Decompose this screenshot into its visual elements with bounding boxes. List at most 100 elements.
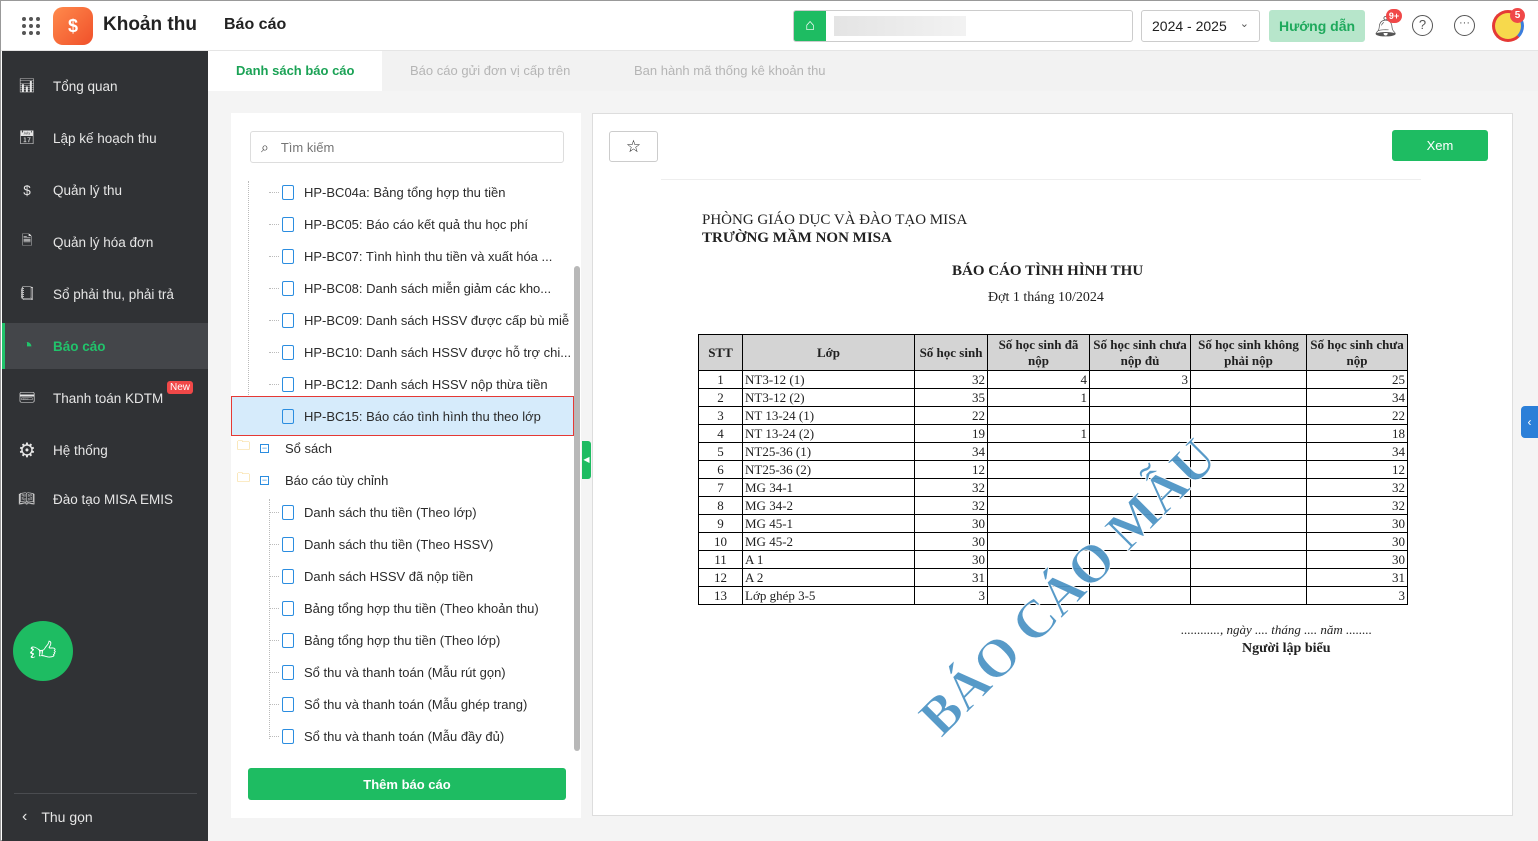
table-cell: 1 <box>698 370 743 389</box>
panel-collapse-handle[interactable]: ◀ <box>582 441 591 479</box>
tree-item-custom-report[interactable]: Danh sách thu tiền (Theo HSSV) <box>282 528 574 560</box>
document-icon <box>282 248 294 264</box>
tree-scrollbar[interactable] <box>574 266 580 751</box>
tab-report-superior[interactable]: Báo cáo gửi đơn vị cấp trên <box>382 51 598 91</box>
search-icon: ⌕ <box>261 138 269 155</box>
tree-item-report[interactable]: HP-BC05: Báo cáo kết quả thu học phí <box>282 208 574 240</box>
table-row: 1 NT3-12 (1) 32 4 3 25 <box>698 370 1408 389</box>
collapse-button[interactable]: ‹ Thu gọn <box>22 808 93 826</box>
collapse-box-icon[interactable]: − <box>260 475 270 485</box>
sidebar-item-invoices[interactable]: 🗎︎ Quản lý hóa đơn <box>2 219 208 265</box>
sidebar-item-ledger[interactable]: 📒︎ Sổ phải thu, phải trả <box>2 271 208 317</box>
guide-button[interactable]: Hướng dẫn <box>1269 10 1365 42</box>
sidebar-item-label: Tổng quan <box>53 78 118 94</box>
tree-item-selected[interactable]: HP-BC15: Báo cáo tình hình thu theo lớp <box>282 400 572 432</box>
school-selector[interactable]: ⌂ <box>793 10 1133 42</box>
collapse-label: Thu gọn <box>41 809 93 825</box>
sidebar-item-reports[interactable]: ◔ Báo cáo <box>2 323 208 369</box>
sidebar-item-plan[interactable]: 📅︎ Lập kế hoạch thu <box>2 115 208 161</box>
tree-item-custom-report[interactable]: Bảng tổng hợp thu tiền (Theo lớp) <box>282 624 574 656</box>
table-cell: 30 <box>914 514 988 533</box>
sidebar-item-system[interactable]: ⚙ Hệ thống <box>2 427 208 473</box>
expand-right-handle[interactable]: ‹ <box>1521 406 1538 438</box>
tree-item-label: Bảng tổng hợp thu tiền (Theo lớp) <box>304 632 501 648</box>
tree-item-report[interactable]: HP-BC08: Danh sách miễn giảm các kho... <box>282 272 574 304</box>
table-cell: NT25-36 (2) <box>742 460 915 479</box>
more-icon[interactable]: ··· <box>1454 15 1475 36</box>
search-field[interactable] <box>280 139 541 155</box>
column-header: STT <box>698 334 743 371</box>
document-icon <box>282 216 294 232</box>
tree-item-custom-report[interactable]: Sổ thu và thanh toán (Mẫu ghép trang) <box>282 688 574 720</box>
tree-connector <box>269 608 279 609</box>
pie-chart-icon: ◔ <box>20 334 34 357</box>
help-icon[interactable]: ? <box>1412 15 1433 36</box>
tab-statistic-code[interactable]: Ban hành mã thống kê khoản thu <box>606 51 854 91</box>
tree-folder-label: Báo cáo tùy chỉnh <box>285 472 389 488</box>
table-cell <box>987 442 1090 461</box>
tree-folder-books[interactable]: 🗀 − Sổ sách <box>237 432 332 464</box>
table-row: 9 MG 45-1 30 30 <box>698 514 1408 533</box>
tree-folder-custom[interactable]: 🗀 − Báo cáo tùy chỉnh <box>237 464 388 496</box>
ledger-icon: 📒︎ <box>18 286 36 301</box>
add-report-button[interactable]: Thêm báo cáo <box>248 768 566 800</box>
table-cell: 30 <box>1306 532 1408 551</box>
home-icon[interactable]: ⌂ <box>794 11 826 41</box>
table-cell <box>1190 388 1307 407</box>
column-header: Số học sinh chưa nộp <box>1306 334 1408 371</box>
tree-item-label: Danh sách thu tiền (Theo HSSV) <box>304 536 494 552</box>
signer-label: Người lập biểu <box>1242 641 1331 656</box>
tree-item-custom-report[interactable]: Sổ thu và thanh toán (Mẫu rút gọn) <box>282 656 574 688</box>
school-name-blurred <box>834 16 966 36</box>
favorite-button[interactable]: ☆ <box>609 131 658 162</box>
table-cell: 25 <box>1306 370 1408 389</box>
tree-item-label: Danh sách thu tiền (Theo lớp) <box>304 504 477 520</box>
document-icon <box>282 184 294 200</box>
sidebar-item-label: Lập kế hoạch thu <box>53 130 157 146</box>
table-cell <box>1089 388 1191 407</box>
tree-item-label: Sổ thu và thanh toán (Mẫu đầy đủ) <box>304 728 505 744</box>
table-cell: 12 <box>1306 460 1408 479</box>
sidebar-item-payment[interactable]: 💳︎ Thanh toán KDTM New <box>2 375 208 421</box>
tree-item-report[interactable]: HP-BC09: Danh sách HSSV được cấp bù miễ <box>282 304 574 336</box>
tree-item-report[interactable]: HP-BC12: Danh sách HSSV nộp thừa tiền <box>282 368 574 400</box>
payment-icon: 💳︎ <box>18 390 36 405</box>
sidebar-item-label: Đào tạo MISA EMIS <box>53 491 174 507</box>
school-year-select[interactable]: 2024 - 2025 ⌄ <box>1141 10 1260 42</box>
sidebar-item-label: Sổ phải thu, phải trả <box>53 286 174 302</box>
tab-bar: Danh sách báo cáo Báo cáo gửi đơn vị cấp… <box>208 51 1538 91</box>
document-icon <box>282 568 294 584</box>
table-cell: 22 <box>914 406 988 425</box>
table-cell: NT3-12 (1) <box>742 370 915 389</box>
divider <box>14 793 197 794</box>
tree-item-report[interactable]: HP-BC04a: Bảng tổng hợp thu tiền <box>282 176 574 208</box>
tab-report-list[interactable]: Danh sách báo cáo <box>208 51 383 91</box>
org-school: TRƯỜNG MẦM NON MISA <box>702 230 892 246</box>
app-grid-icon[interactable] <box>22 17 40 35</box>
tree-item-report[interactable]: HP-BC07: Tình hình thu tiền và xuất hóa … <box>282 240 574 272</box>
chevron-down-icon: ⌄ <box>1239 18 1249 30</box>
collapse-box-icon[interactable]: − <box>260 443 270 453</box>
feedback-button[interactable]: 👍︎ <box>13 621 73 681</box>
search-input[interactable]: ⌕ <box>250 131 564 163</box>
tree-item-custom-report[interactable]: Danh sách HSSV đã nộp tiền <box>282 560 574 592</box>
view-button[interactable]: Xem <box>1392 130 1488 161</box>
sidebar-item-overview[interactable]: 📊︎ Tổng quan <box>2 63 208 109</box>
table-cell: NT 13-24 (1) <box>742 406 915 425</box>
table-cell: 32 <box>1306 478 1408 497</box>
sidebar-item-label: Quản lý thu <box>53 182 123 198</box>
tree-item-label: Bảng tổng hợp thu tiền (Theo khoản thu) <box>304 600 539 616</box>
sidebar-item-manage-fees[interactable]: $ Quản lý thu <box>2 167 208 213</box>
sidebar-item-training[interactable]: 📖︎ Đào tạo MISA EMIS <box>2 476 208 522</box>
column-header: Số học sinh chưa nộp đủ <box>1089 334 1191 371</box>
tree-item-custom-report[interactable]: Sổ thu và thanh toán (Mẫu đầy đủ) <box>282 720 574 752</box>
tree-item-custom-report[interactable]: Danh sách thu tiền (Theo lớp) <box>282 496 574 528</box>
tree-item-custom-report[interactable]: Bảng tổng hợp thu tiền (Theo khoản thu) <box>282 592 574 624</box>
table-cell: 6 <box>698 460 743 479</box>
document-icon <box>282 376 294 392</box>
tree-item-label: HP-BC12: Danh sách HSSV nộp thừa tiền <box>304 376 548 392</box>
table-cell: 30 <box>1306 550 1408 569</box>
tree-item-label: HP-BC04a: Bảng tổng hợp thu tiền <box>304 184 506 200</box>
tree-item-report[interactable]: HP-BC10: Danh sách HSSV được hỗ trợ chi.… <box>282 336 574 368</box>
table-cell: 13 <box>698 586 743 605</box>
